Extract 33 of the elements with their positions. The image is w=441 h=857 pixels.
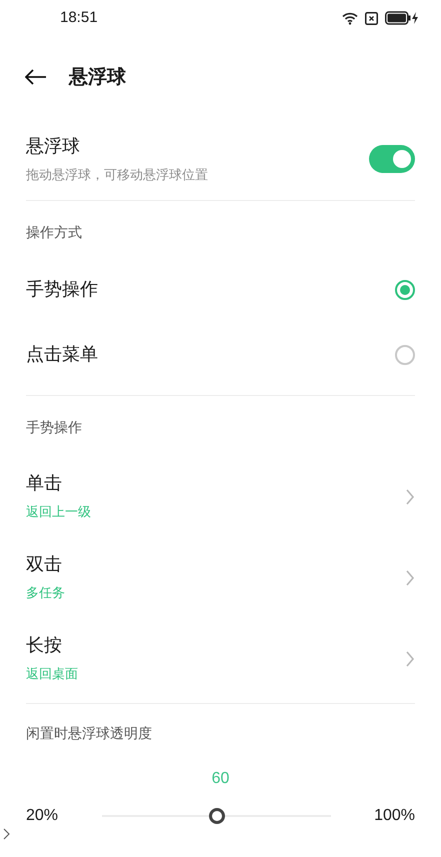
setting-title: 悬浮球 [26, 134, 81, 159]
gesture-item[interactable]: 单击 返回上一级 [0, 456, 441, 537]
radio-button[interactable] [395, 280, 415, 300]
gesture-action: 返回上一级 [26, 504, 91, 522]
setting-description: 拖动悬浮球，可移动悬浮球位置 [26, 166, 208, 185]
max-label: 100% [373, 806, 415, 826]
gesture-title: 单击 [26, 472, 63, 496]
gesture-title: 双击 [26, 553, 63, 578]
chevron-right-icon [405, 570, 415, 586]
back-arrow-icon [25, 69, 47, 85]
status-time: 18:51 [60, 8, 98, 28]
chevron-right-icon [405, 650, 415, 666]
chevron-right-icon [405, 488, 415, 504]
wifi-icon [342, 12, 358, 24]
chevron-right-icon [3, 828, 10, 840]
toggle-switch[interactable] [369, 145, 415, 173]
gesture-item[interactable]: 长按 返回桌面 [0, 618, 441, 699]
gesture-action: 多任务 [26, 585, 65, 604]
sim-icon [365, 12, 378, 24]
radio-button[interactable] [395, 344, 415, 364]
section-label: 闲置时悬浮球透明度 [26, 724, 152, 744]
slider-thumb[interactable] [208, 808, 224, 824]
slider-value: 60 [212, 769, 230, 789]
radio-option[interactable]: 手势操作 [0, 257, 441, 322]
page-title: 悬浮球 [69, 64, 126, 90]
gesture-item[interactable]: 双击 多任务 [0, 537, 441, 618]
battery-charging-icon [385, 11, 419, 25]
radio-option[interactable]: 点击菜单 [0, 322, 441, 387]
section-label: 手势操作 [26, 418, 82, 438]
min-label: 20% [26, 806, 60, 826]
gesture-title: 长按 [26, 634, 63, 658]
section-label: 操作方式 [26, 224, 82, 242]
gesture-action: 返回桌面 [26, 666, 78, 684]
